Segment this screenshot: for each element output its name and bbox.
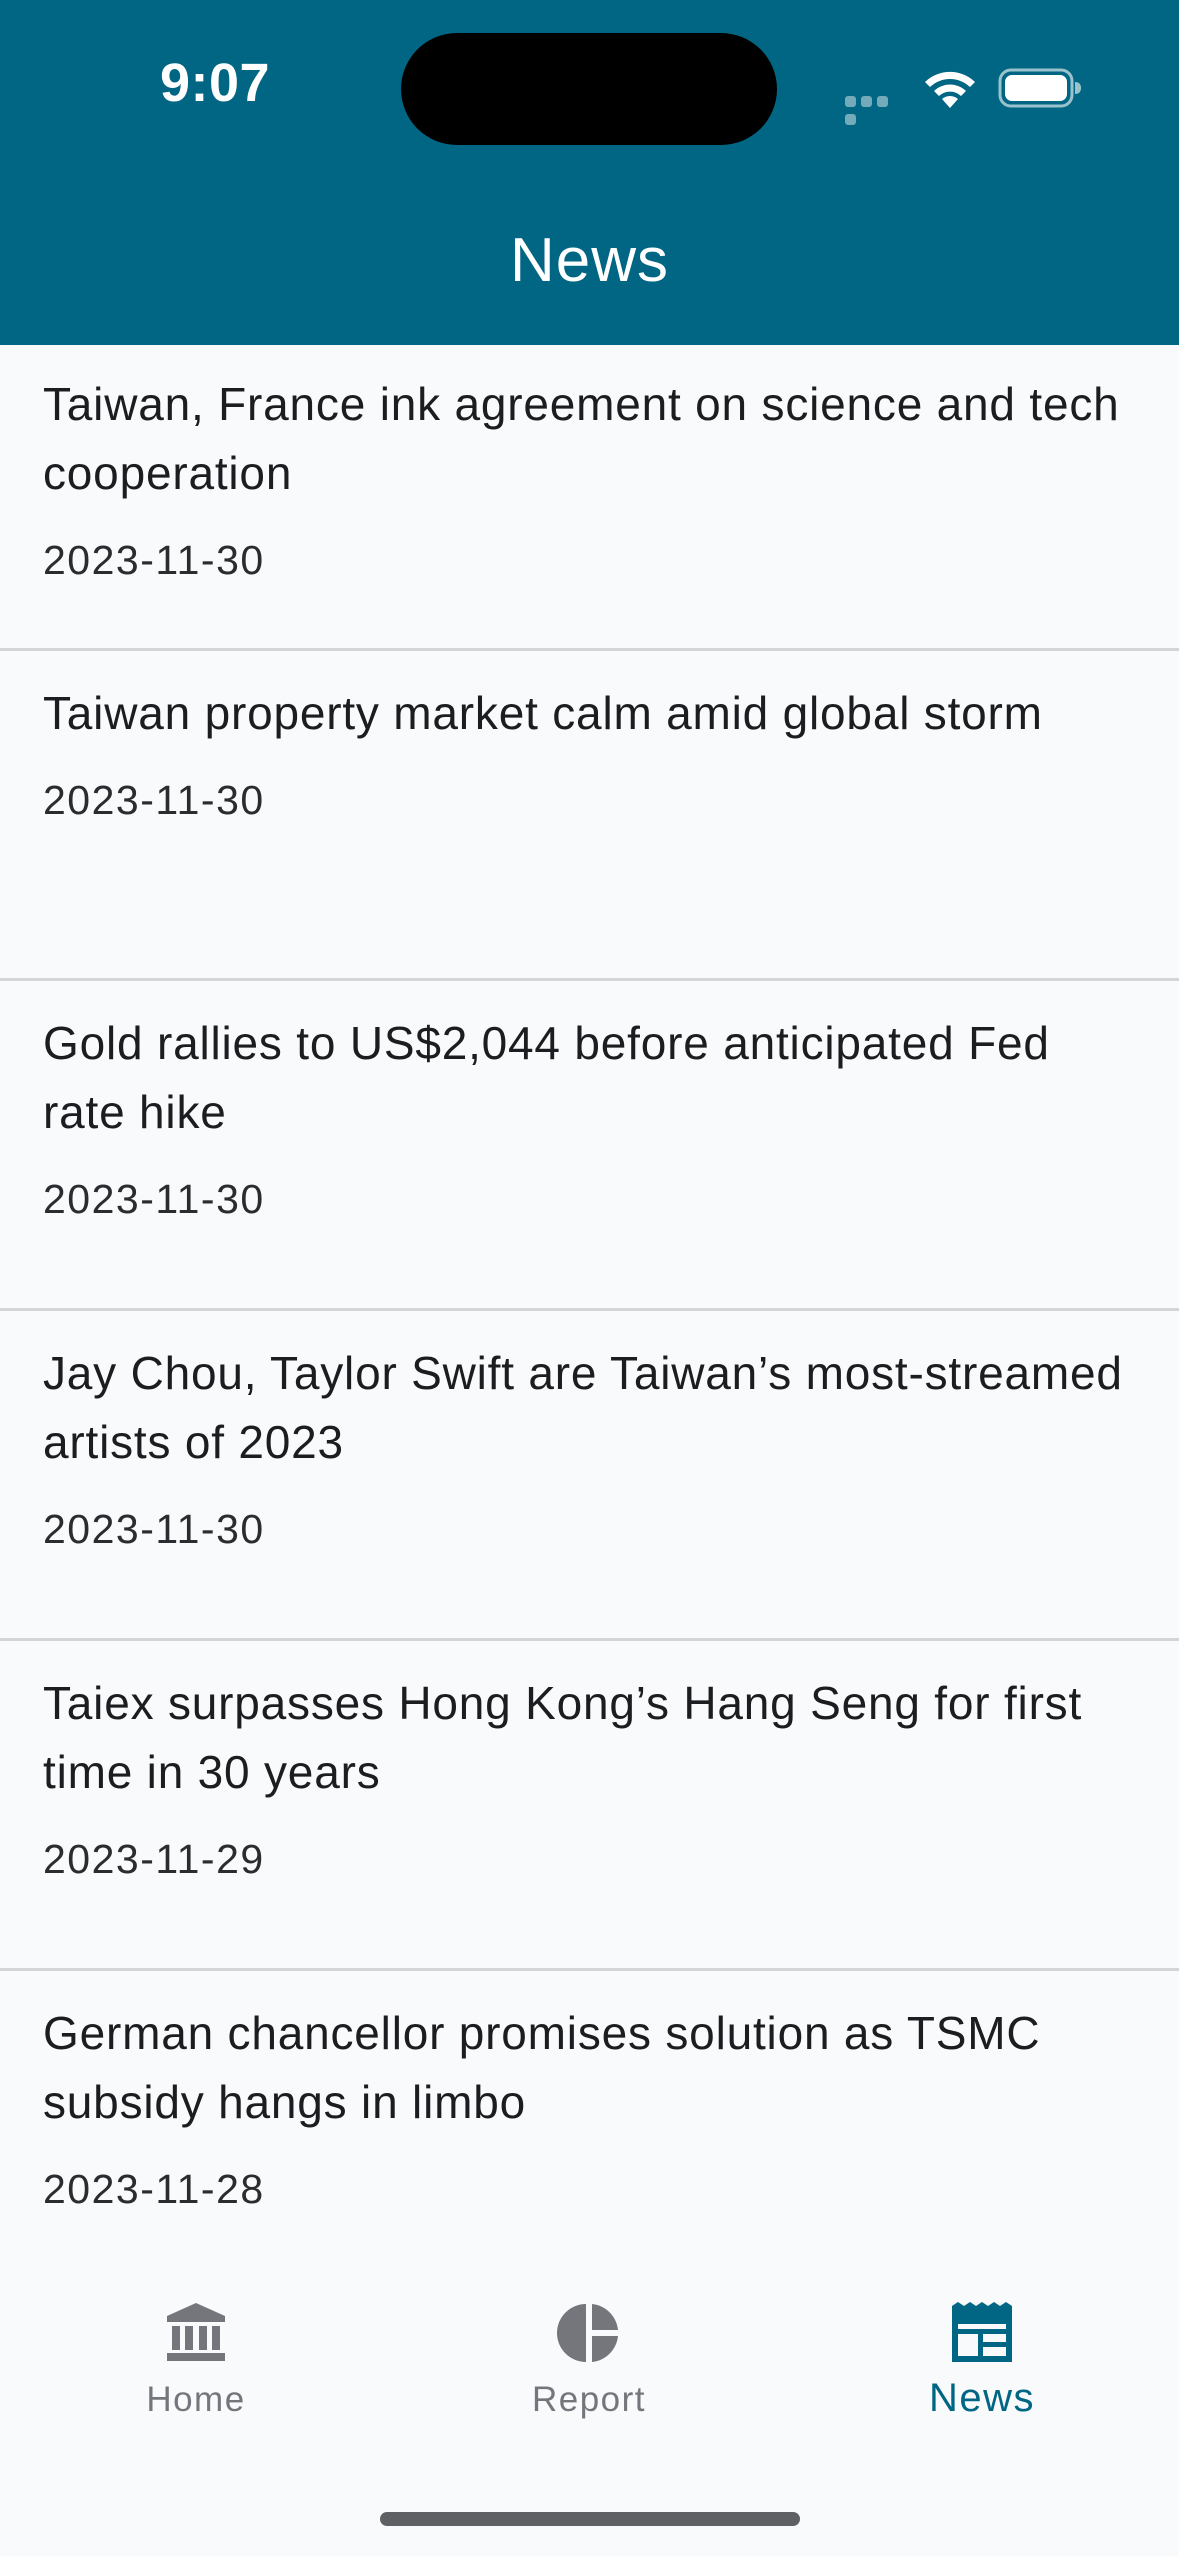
tab-news-label: News bbox=[928, 2376, 1036, 2420]
home-indicator[interactable] bbox=[380, 2512, 800, 2526]
tab-home-label: Home bbox=[146, 2380, 246, 2419]
news-date: 2023-11-29 bbox=[43, 1836, 265, 1882]
battery-icon bbox=[998, 68, 1081, 108]
news-date: 2023-11-30 bbox=[43, 777, 265, 823]
cellular-signal-icon bbox=[845, 94, 905, 125]
page-title: News bbox=[509, 226, 670, 295]
newspaper-icon bbox=[952, 2302, 1012, 2362]
tab-report-label: Report bbox=[531, 2380, 647, 2419]
news-date: 2023-11-30 bbox=[43, 1506, 265, 1552]
wifi-icon bbox=[925, 71, 975, 108]
news-item[interactable]: Taiwan, France ink agreement on science … bbox=[0, 345, 1179, 651]
news-list[interactable]: Taiwan, France ink agreement on science … bbox=[0, 345, 1179, 2275]
news-item[interactable]: German chancellor promises solution as T… bbox=[0, 1971, 1179, 2275]
news-title: Jay Chou, Taylor Swift are Taiwan’s most… bbox=[43, 1347, 1123, 1468]
tab-news[interactable]: News bbox=[857, 2300, 1107, 2450]
news-title: Taiwan property market calm amid global … bbox=[43, 687, 1043, 739]
news-item[interactable]: Taiex surpasses Hong Kong’s Hang Seng fo… bbox=[0, 1641, 1179, 1971]
news-date: 2023-11-30 bbox=[43, 1176, 265, 1222]
tab-report[interactable]: Report bbox=[464, 2300, 714, 2450]
news-date: 2023-11-28 bbox=[43, 2166, 265, 2212]
tab-home[interactable]: Home bbox=[71, 2300, 321, 2450]
news-title: Taiex surpasses Hong Kong’s Hang Seng fo… bbox=[43, 1677, 1083, 1798]
pie-chart-icon bbox=[557, 2304, 618, 2362]
news-title: Taiwan, France ink agreement on science … bbox=[43, 378, 1120, 499]
dynamic-island bbox=[401, 33, 777, 145]
status-time: 9:07 bbox=[160, 53, 271, 113]
news-title: Gold rallies to US$2,044 before anticipa… bbox=[43, 1017, 1050, 1138]
news-date: 2023-11-30 bbox=[43, 537, 265, 583]
news-item[interactable]: Taiwan property market calm amid global … bbox=[0, 651, 1179, 981]
news-item[interactable]: Jay Chou, Taylor Swift are Taiwan’s most… bbox=[0, 1311, 1179, 1641]
news-item[interactable]: Gold rallies to US$2,044 before anticipa… bbox=[0, 981, 1179, 1311]
app-header: 9:07 News bbox=[0, 0, 1179, 345]
bank-icon bbox=[167, 2303, 225, 2361]
news-title: German chancellor promises solution as T… bbox=[43, 2007, 1041, 2128]
